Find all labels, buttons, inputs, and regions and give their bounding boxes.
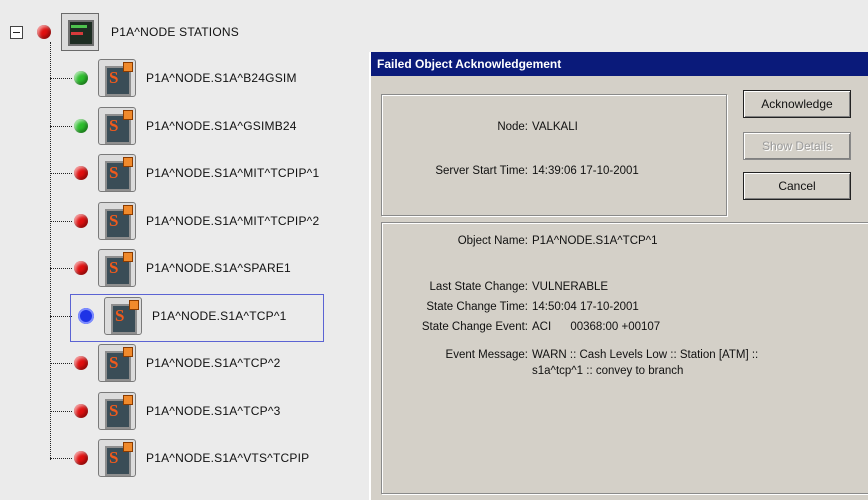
tree-node-label: P1A^NODE.S1A^VTS^TCPIP (146, 451, 310, 465)
state-time-label: State Change Time: (426, 301, 528, 313)
station-icon: S (98, 344, 136, 382)
tree-node-label: P1A^NODE.S1A^GSIMB24 (146, 119, 297, 133)
status-green-icon (74, 119, 88, 133)
station-icon: S (98, 249, 136, 287)
selection-highlight (70, 294, 324, 342)
station-icon: S (98, 59, 136, 97)
tree-node[interactable]: S P1A^NODE.S1A^TCP^3 (74, 391, 281, 431)
tree-node-label: P1A^NODE.S1A^MIT^TCPIP^2 (146, 214, 320, 228)
tree-branch-line (50, 173, 72, 174)
tree-node[interactable]: S P1A^NODE.S1A^MIT^TCPIP^2 (74, 201, 319, 241)
tree-root[interactable]: P1A^NODE STATIONS (10, 12, 239, 52)
failed-object-dialog: Failed Object Acknowledgement Node: VALK… (369, 52, 868, 500)
status-red-icon (37, 25, 51, 39)
status-red-icon (74, 261, 88, 275)
tree-node[interactable]: S P1A^NODE.S1A^GSIMB24 (74, 106, 297, 146)
event-info-group: Object Name: P1A^NODE.S1A^TCP^1 Last Sta… (381, 222, 868, 494)
server-info-group: Node: VALKALI Server Start Time: 14:39:0… (381, 94, 727, 216)
tree-node[interactable]: S P1A^NODE.S1A^SPARE1 (74, 248, 291, 288)
tree-node[interactable]: S P1A^NODE.S1A^TCP^2 (74, 343, 281, 383)
tree-branch-line (50, 78, 72, 79)
show-details-button: Show Details (743, 132, 851, 160)
node-label: Node: (497, 121, 528, 133)
server-start-value: 14:39:06 17-10-2001 (532, 165, 639, 177)
event-message-line-1: WARN :: Cash Levels Low :: Station [ATM]… (532, 349, 759, 361)
object-name-value: P1A^NODE.S1A^TCP^1 (532, 235, 658, 247)
station-tree: P1A^NODE STATIONS S P1A^NODE.S1A^B24GSIM S… (0, 0, 868, 500)
status-red-icon (74, 404, 88, 418)
event-message-label: Event Message: (445, 349, 528, 361)
event-message-line-2: s1a^tcp^1 :: convey to branch (532, 365, 684, 377)
station-icon: S (98, 202, 136, 240)
tree-branch-line (50, 316, 72, 317)
station-icon: S (98, 439, 136, 477)
server-start-label: Server Start Time: (435, 165, 528, 177)
tree-node-label: P1A^NODE.S1A^MIT^TCPIP^1 (146, 166, 320, 180)
station-icon: S (98, 154, 136, 192)
tree-branch-line (50, 458, 72, 459)
state-time-value: 14:50:04 17-10-2001 (532, 301, 639, 313)
status-red-icon (74, 214, 88, 228)
tree-node[interactable]: S P1A^NODE.S1A^VTS^TCPIP (74, 438, 309, 478)
last-state-value: VULNERABLE (532, 281, 609, 293)
tree-node[interactable]: S P1A^NODE.S1A^MIT^TCPIP^1 (74, 153, 319, 193)
status-red-icon (74, 356, 88, 370)
acknowledge-button[interactable]: Acknowledge (743, 90, 851, 118)
station-icon: S (98, 392, 136, 430)
cancel-button[interactable]: Cancel (743, 172, 851, 200)
tree-root-label: P1A^NODE STATIONS (111, 25, 239, 39)
monitor-icon (61, 13, 99, 51)
tree-branch-line (50, 363, 72, 364)
status-green-icon (74, 71, 88, 85)
tree-branch-line (50, 411, 72, 412)
state-event-label: State Change Event: (421, 321, 528, 333)
dialog-title[interactable]: Failed Object Acknowledgement (371, 52, 868, 76)
status-red-icon (74, 166, 88, 180)
tree-branch-line (50, 221, 72, 222)
tree-node[interactable]: S P1A^NODE.S1A^B24GSIM (74, 58, 297, 98)
tree-branch-line (50, 126, 72, 127)
tree-node-label: P1A^NODE.S1A^TCP^2 (146, 356, 281, 370)
tree-node-label: P1A^NODE.S1A^TCP^3 (146, 404, 281, 418)
object-name-label: Object Name: (457, 235, 528, 247)
tree-node-label: P1A^NODE.S1A^SPARE1 (146, 261, 291, 275)
station-icon: S (98, 107, 136, 145)
node-value: VALKALI (532, 121, 578, 133)
collapse-toggle-icon[interactable] (10, 25, 23, 39)
tree-branch-line (50, 268, 72, 269)
tree-node-label: P1A^NODE.S1A^B24GSIM (146, 71, 297, 85)
last-state-label: Last State Change: (429, 281, 528, 293)
tree-connector-line (50, 42, 51, 460)
state-event-value: ACI 00368:00 +00107 (532, 321, 661, 333)
status-red-icon (74, 451, 88, 465)
